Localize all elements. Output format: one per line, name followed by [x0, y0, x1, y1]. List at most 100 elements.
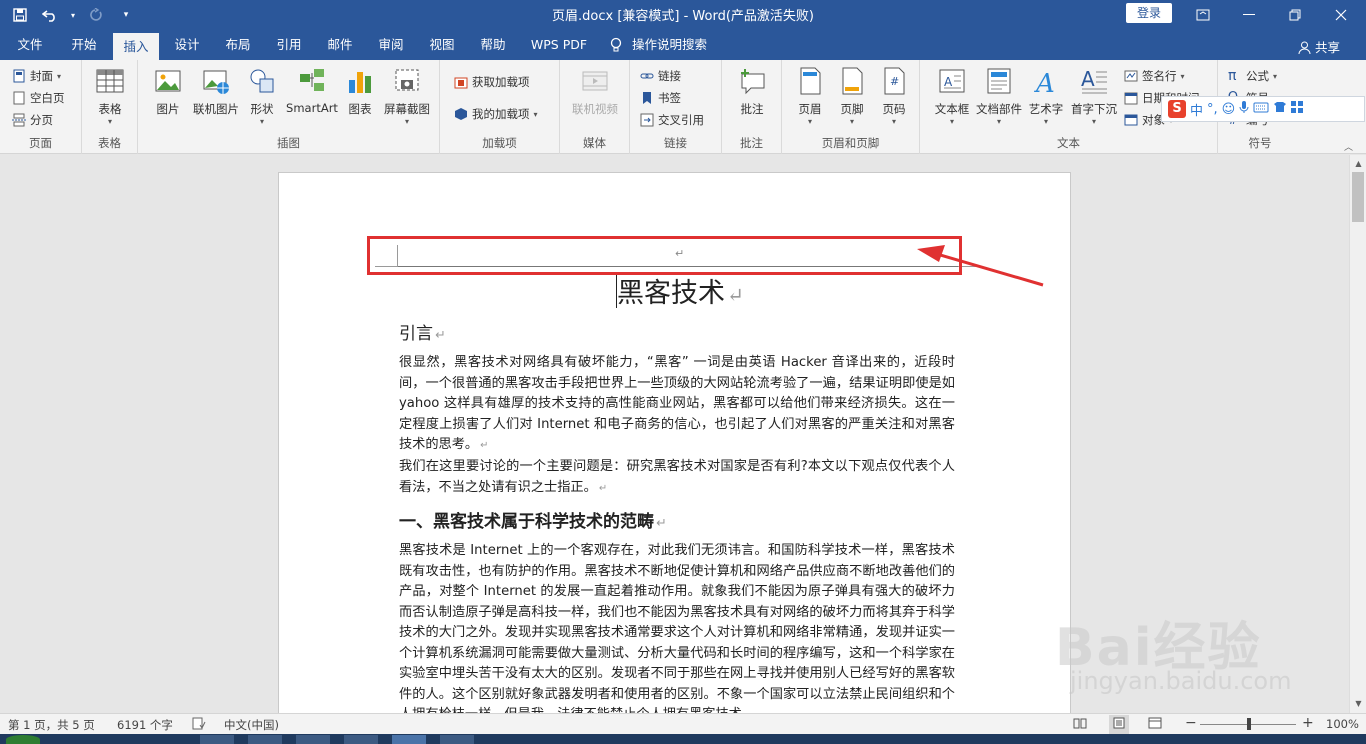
taskbar-app[interactable]: [344, 735, 378, 744]
group-tables-label: 表格: [98, 136, 121, 150]
taskbar-app[interactable]: [440, 735, 474, 744]
textbox-button[interactable]: A 文本框 ▾: [930, 66, 974, 126]
header-label: 页眉: [798, 102, 822, 116]
dropcap-label: 首字下沉: [1071, 102, 1117, 116]
my-addins-button[interactable]: 我的加载项 ▾: [454, 104, 538, 124]
zoom-in-icon[interactable]: +: [1302, 715, 1314, 731]
redo-icon[interactable]: [84, 4, 108, 26]
wordart-button[interactable]: A 艺术字 ▾: [1026, 66, 1066, 126]
share-button[interactable]: 共享: [1298, 37, 1340, 56]
taskbar-app[interactable]: [296, 735, 330, 744]
online-video-button[interactable]: 联机视频: [568, 66, 622, 117]
link-button[interactable]: 链接: [640, 66, 681, 86]
share-label: 共享: [1314, 40, 1340, 55]
language[interactable]: 中文(中国): [224, 717, 279, 733]
group-links-label: 链接: [664, 136, 687, 150]
tab-wps-pdf[interactable]: WPS PDF: [524, 30, 594, 60]
tab-view[interactable]: 视图: [420, 30, 464, 60]
collapse-ribbon-icon[interactable]: ︿: [1344, 140, 1353, 153]
restore-icon[interactable]: [1272, 0, 1318, 30]
document-title[interactable]: 黑客技术↵: [617, 271, 744, 310]
web-layout-icon[interactable]: [1148, 717, 1162, 732]
blank-page-button[interactable]: 空白页: [12, 88, 65, 108]
undo-icon[interactable]: [38, 4, 62, 26]
skin-icon[interactable]: [1273, 101, 1287, 117]
microphone-icon[interactable]: [1239, 100, 1249, 118]
ime-lang-toggle[interactable]: 中: [1190, 100, 1203, 119]
tab-file[interactable]: 文件: [8, 30, 52, 60]
tab-help[interactable]: 帮助: [471, 30, 515, 60]
cross-reference-button[interactable]: 交叉引用: [640, 110, 704, 130]
scroll-down-icon[interactable]: ▼: [1350, 697, 1366, 711]
page-count[interactable]: 第 1 页，共 5 页: [8, 717, 95, 733]
customize-qat-icon[interactable]: ▾: [114, 4, 138, 26]
scrollbar-thumb[interactable]: [1352, 172, 1364, 222]
footer-button[interactable]: 页脚 ▾: [834, 66, 870, 126]
shapes-button[interactable]: 形状 ▾: [244, 66, 280, 126]
equation-button[interactable]: π 公式 ▾: [1228, 66, 1277, 86]
heading-section-1[interactable]: 一、黑客技术属于科学技术的范畴 ↵: [399, 507, 667, 532]
get-addins-label: 获取加载项: [472, 75, 530, 89]
ime-punct-toggle[interactable]: °,: [1207, 102, 1218, 117]
paragraph-section-1[interactable]: 黑客技术是 Internet 上的一个客观存在，对此我们无须讳言。和国防科学技术…: [399, 541, 955, 713]
emoji-icon[interactable]: ☺: [1222, 102, 1236, 117]
tab-design[interactable]: 设计: [165, 30, 209, 60]
tab-review[interactable]: 审阅: [369, 30, 413, 60]
tell-me-search[interactable]: 操作说明搜索: [632, 30, 722, 60]
keyboard-icon[interactable]: [1253, 101, 1269, 117]
zoom-slider-thumb[interactable]: [1247, 718, 1251, 730]
page-break-button[interactable]: 分页: [12, 110, 53, 130]
cover-page-label: 封面: [30, 69, 53, 83]
heading-intro[interactable]: 引言 ↵: [399, 319, 446, 344]
table-button[interactable]: 表格 ▾: [94, 66, 126, 126]
heading-section-1-text: 一、黑客技术属于科学技术的范畴: [399, 512, 654, 532]
vertical-scrollbar[interactable]: ▲ ▼: [1349, 155, 1366, 713]
tab-insert[interactable]: 插入: [113, 33, 159, 60]
zoom-out-icon[interactable]: −: [1185, 715, 1197, 731]
save-icon[interactable]: [8, 4, 32, 26]
close-icon[interactable]: [1318, 0, 1364, 30]
header-button[interactable]: 页眉 ▾: [792, 66, 828, 126]
footer-icon: [837, 66, 867, 98]
tab-references[interactable]: 引用: [267, 30, 311, 60]
signature-line-button[interactable]: 签名行 ▾: [1124, 66, 1185, 86]
page-number-button[interactable]: # 页码 ▾: [876, 66, 912, 126]
paragraph-mark: ↵: [480, 440, 489, 451]
chart-button[interactable]: 图表: [342, 66, 378, 117]
minimize-icon[interactable]: [1226, 0, 1272, 30]
scroll-up-icon[interactable]: ▲: [1350, 157, 1366, 171]
picture-button[interactable]: 图片: [150, 66, 186, 117]
bookmark-button[interactable]: 书签: [640, 88, 681, 108]
undo-dropdown-icon[interactable]: ▾: [68, 4, 78, 26]
tab-home[interactable]: 开始: [62, 30, 106, 60]
read-mode-icon[interactable]: [1073, 717, 1087, 732]
tab-layout[interactable]: 布局: [216, 30, 260, 60]
start-button[interactable]: [6, 735, 40, 744]
grid-menu-icon[interactable]: [1291, 101, 1304, 117]
document-title-text: 黑客技术: [617, 278, 725, 309]
screenshot-button[interactable]: 屏幕截图 ▾: [380, 66, 434, 126]
paragraph-intro-1[interactable]: 很显然，黑客技术对网络具有破坏能力，“黑客” 一词是由英语 Hacker 音译出…: [399, 353, 955, 457]
quick-parts-button[interactable]: 文档部件 ▾: [974, 66, 1024, 126]
ribbon-display-options-icon[interactable]: [1180, 0, 1226, 30]
proofing-icon[interactable]: [192, 717, 206, 733]
get-addins-button[interactable]: 获取加载项: [454, 72, 530, 92]
online-picture-button[interactable]: 联机图片: [190, 66, 242, 117]
comment-button[interactable]: 批注: [734, 66, 770, 117]
taskbar-app[interactable]: [200, 735, 234, 744]
print-layout-icon[interactable]: [1109, 715, 1129, 734]
cross-reference-icon: [640, 113, 654, 127]
pi-icon: π: [1228, 68, 1237, 84]
group-header-footer-label: 页眉和页脚: [821, 136, 880, 150]
taskbar-app-word[interactable]: [392, 735, 426, 744]
login-button[interactable]: 登录: [1126, 3, 1172, 23]
tab-mailings[interactable]: 邮件: [318, 30, 362, 60]
smartart-button[interactable]: SmartArt: [282, 66, 342, 115]
zoom-level[interactable]: 100%: [1326, 717, 1359, 731]
dropcap-button[interactable]: A 首字下沉 ▾: [1068, 66, 1120, 126]
word-count[interactable]: 6191 个字: [117, 717, 173, 733]
cover-page-button[interactable]: 封面 ▾: [12, 66, 61, 86]
ime-toolbar[interactable]: S 中 °, ☺: [1161, 96, 1365, 122]
taskbar-app[interactable]: [248, 735, 282, 744]
paragraph-intro-2[interactable]: 我们在这里要讨论的一个主要问题是：研究黑客技术对国家是否有利?本文以下观点仅代表…: [399, 457, 955, 499]
